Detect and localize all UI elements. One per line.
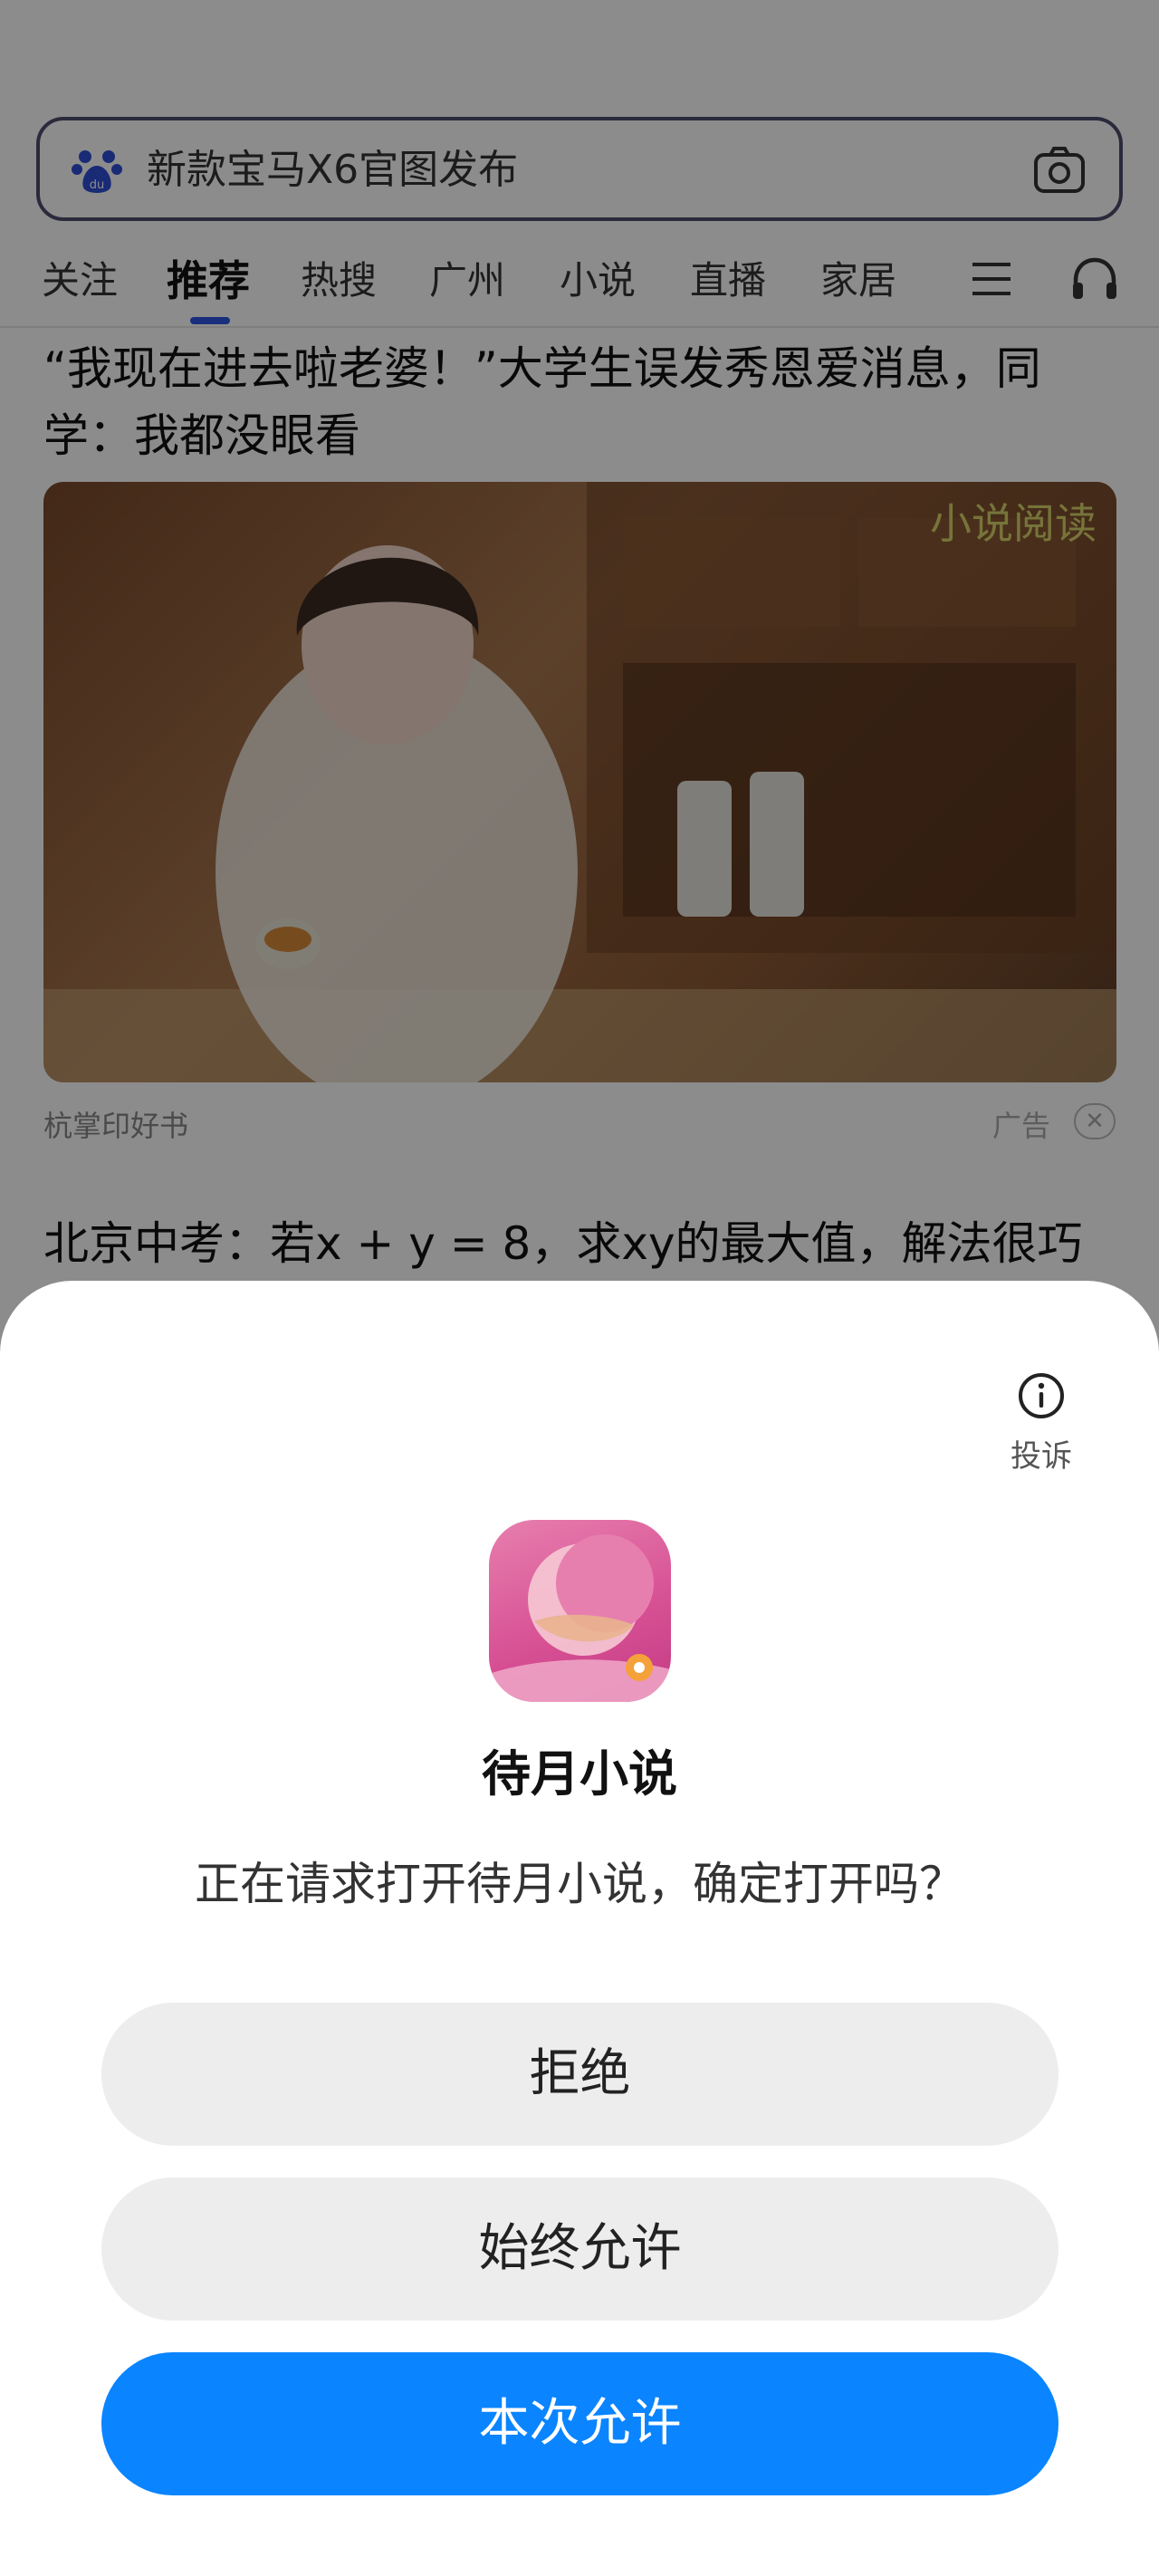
info-icon [1019, 1373, 1064, 1418]
moon-icon [489, 1534, 671, 1702]
report-button[interactable]: 投诉 [996, 1371, 1087, 1475]
open-app-dialog: 投诉 待月小说 正在请求打开待月小说，确定打开吗？ 拒绝 始终允许 本次允许 [0, 1281, 1159, 2576]
always-allow-button[interactable]: 始终允许 [101, 2177, 1058, 2321]
dialog-message: 正在请求打开待月小说，确定打开吗？ [195, 1858, 964, 1910]
report-label: 投诉 [1011, 1438, 1072, 1475]
page: du 新款宝马X6官图发布 关注 推荐 热搜 广州 小说 直播 家居 “我现在进… [0, 0, 1159, 2576]
deny-button[interactable]: 拒绝 [101, 2003, 1058, 2146]
app-icon [489, 1520, 671, 1702]
allow-once-button[interactable]: 本次允许 [101, 2352, 1058, 2495]
app-name: 待月小说 [482, 1745, 677, 1802]
